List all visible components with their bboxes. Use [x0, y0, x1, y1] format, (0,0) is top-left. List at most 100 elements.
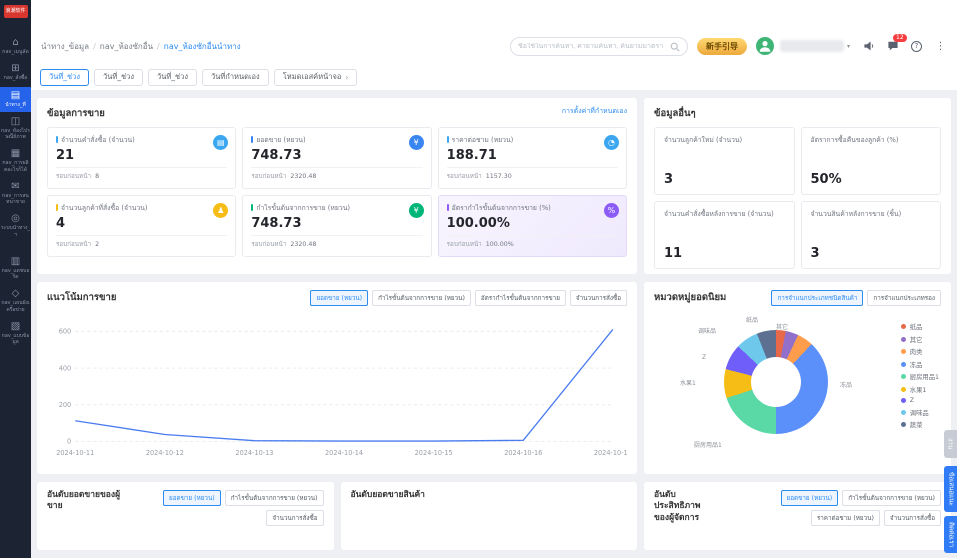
- svg-text:2024-10-17: 2024-10-17: [594, 449, 627, 457]
- custom-settings-link[interactable]: การตั้งค่าที่กำหนดเอง: [562, 106, 627, 117]
- sidebar-item-home[interactable]: ⌂ nav_เมนูลัด: [0, 34, 31, 59]
- stat-title: กำไรขั้นต้นจากการขาย (หยวน): [256, 202, 350, 213]
- stat-title: จำนวนคำสั่งซื้อหลังการขาย (จำนวน): [664, 209, 785, 219]
- manager-tab-sales[interactable]: ยอดขาย (หยวน): [781, 490, 839, 506]
- date-tab-range-3[interactable]: วันที่_ช่วง: [148, 69, 197, 86]
- legend-item[interactable]: Z: [901, 397, 939, 404]
- date-tab-range-2[interactable]: วันที่_ช่วง: [94, 69, 143, 86]
- stat-title: ยอดขาย (หยวน): [256, 134, 305, 145]
- stat-value: 748.73: [251, 148, 422, 163]
- manager-tab-gross-profit[interactable]: กำไรขั้นต้นจากการขาย (หยวน): [842, 490, 941, 506]
- breadcrumb-item[interactable]: นำทาง_ข้อมูล: [41, 40, 89, 53]
- sidebar-item-system[interactable]: ◎ ระบบนำทาง_ฯ: [0, 210, 31, 242]
- legend-item[interactable]: 蔬菜: [901, 420, 939, 429]
- avatar[interactable]: [756, 37, 774, 55]
- svg-text:2024-10-16: 2024-10-16: [504, 449, 542, 457]
- legend-label: 肉类: [910, 347, 923, 356]
- sidebar-item-data[interactable]: ▧ nav_แบบข้อมูล: [0, 318, 31, 350]
- seller-tab-gross-profit[interactable]: กำไรขั้นต้นจากการขาย (หยวน): [225, 490, 324, 506]
- guide-button[interactable]: 新手引导: [697, 38, 747, 55]
- legend-label: 纸品: [910, 322, 923, 331]
- sidebar-item-orders[interactable]: ⊞ nav_สั่งซื้อ: [0, 60, 31, 85]
- sales-trend-panel: แนวโน้มการขาย ยอดขาย (หยวน) กำไรขั้นต้นจ…: [37, 282, 637, 474]
- sidebar-item-production[interactable]: ▦ nav_การผลิตอะไรก็ได้: [0, 145, 31, 177]
- donut-callout: 冻品: [840, 380, 852, 389]
- prev-value: 1157.30: [486, 173, 512, 180]
- manager-tab-order-count[interactable]: จำนวนการสั่งซื้อ: [884, 510, 941, 526]
- legend-item[interactable]: 纸品: [901, 322, 939, 331]
- stat-card-aftersale-items: จำนวนสินค้าหลังการขาย (ชิ้น) 3: [801, 201, 942, 269]
- more-icon[interactable]: ⋮: [934, 40, 947, 53]
- category-tab-primary[interactable]: การจำแนกประเภทชนิดสินค้า: [771, 290, 863, 306]
- line-chart-svg: 02004006002024-10-112024-10-122024-10-13…: [47, 312, 627, 462]
- sidebar-item-label: ระบบนำทาง_ฯ: [1, 225, 30, 238]
- help-icon[interactable]: ?: [910, 40, 923, 53]
- accent-bar: [56, 136, 58, 143]
- search-icon[interactable]: [670, 37, 680, 56]
- feedback-side-button[interactable]: ข้อเสนอแนะ: [944, 466, 957, 512]
- chevron-down-icon[interactable]: ▾: [847, 43, 850, 50]
- prev-label: รอบก่อนหน้า: [447, 173, 482, 180]
- global-search: [510, 37, 688, 56]
- dashboard-app: 浪潮软件 ⌂ nav_เมนูลัด ⊞ nav_สั่งซื้อ ▤ นำทา…: [0, 0, 957, 558]
- sidebar-item-label: nav_ห้องไปรษณีย์ภาพ: [1, 128, 30, 141]
- manager-tab-avg-price[interactable]: ราคาต่อชาม (หยวน): [811, 510, 880, 526]
- trend-metric-tabs: ยอดขาย (หยวน) กำไรขั้นต้นจากการขาย (หยวน…: [310, 290, 627, 306]
- legend-label: 其它: [910, 335, 923, 344]
- sidebar-item-label: nav_การผลิตอะไรก็ได้: [1, 160, 30, 173]
- announcement-icon[interactable]: [862, 40, 875, 53]
- legend-item[interactable]: 调味品: [901, 408, 939, 417]
- legend-label: 厨房用品1: [910, 372, 939, 381]
- chevron-right-icon: ›: [345, 73, 348, 82]
- category-tab-secondary[interactable]: การจำแนกประเภทรอง: [867, 290, 941, 306]
- stat-title: จำนวนลูกค้าที่สั่งซื้อ (จำนวน): [61, 202, 148, 213]
- sidebar-item-label: nav_เมนูลัด: [2, 49, 28, 55]
- sidebar-item-network[interactable]: ◇ nav_แผนผังเครือข่าย: [0, 285, 31, 317]
- legend-item[interactable]: 水果1: [901, 385, 939, 394]
- price-icon: ◔: [604, 135, 619, 150]
- sidebar-item-messages[interactable]: ✉ nav_การสนทนาขาย: [0, 178, 31, 210]
- search-input[interactable]: [518, 43, 666, 50]
- legend-item[interactable]: 其它: [901, 335, 939, 344]
- trend-tab-order-count[interactable]: จำนวนการสั่งซื้อ: [570, 290, 627, 306]
- trend-tab-gross-profit[interactable]: กำไรขั้นต้นจากการขาย (หยวน): [372, 290, 471, 306]
- trend-tab-gross-margin[interactable]: อัตรากำไรขั้นต้นจากการขาย: [475, 290, 566, 306]
- sidebar-item-warehouse[interactable]: ◫ nav_ห้องไปรษณีย์ภาพ: [0, 113, 31, 145]
- legend-dot: [901, 374, 906, 379]
- stat-value: 11: [664, 246, 785, 261]
- legend-dot: [901, 410, 906, 415]
- sidebar-item-dashboard[interactable]: ▤ นำทาง_ที่: [0, 87, 31, 112]
- yuan-icon: ¥: [409, 135, 424, 150]
- stat-value: 3: [811, 246, 932, 261]
- home-icon: ⌂: [12, 37, 18, 48]
- seller-tab-order-count[interactable]: จำนวนการสั่งซื้อ: [266, 510, 323, 526]
- seller-ranking-panel: อันดับยอดขายของผู้ขาย ยอดขาย (หยวน) กำไร…: [37, 482, 334, 550]
- contact-side-button[interactable]: ติดต่อเรา: [944, 516, 957, 553]
- svg-text:0: 0: [67, 438, 71, 446]
- sidebar: 浪潮软件 ⌂ nav_เมนูลัด ⊞ nav_สั่งซื้อ ▤ นำทา…: [0, 0, 31, 558]
- legend-item[interactable]: 肉类: [901, 347, 939, 356]
- date-tab-custom[interactable]: วันที่กำหนดเอง: [202, 69, 269, 86]
- breadcrumb-item[interactable]: nav_ห้องซักอื่น: [89, 40, 153, 53]
- legend-dot: [901, 362, 906, 367]
- seller-tab-sales[interactable]: ยอดขาย (หยวน): [163, 490, 221, 506]
- header-icon-group: 12 ? ⋮: [862, 40, 947, 53]
- legend-label: Z: [910, 397, 914, 404]
- app-logo[interactable]: 浪潮软件: [4, 5, 28, 18]
- legend-item[interactable]: 冻品: [901, 360, 939, 369]
- stat-value: 3: [664, 172, 785, 187]
- apps-icon: ▥: [11, 256, 20, 267]
- task-side-tab[interactable]: งาน: [944, 430, 957, 458]
- screen-mode-button[interactable]: โหมดเอสค์หน้าจอ ›: [274, 69, 358, 86]
- legend-item[interactable]: 厨房用品1: [901, 372, 939, 381]
- trend-tab-sales[interactable]: ยอดขาย (หยวน): [310, 290, 368, 306]
- network-icon: ◇: [12, 288, 20, 299]
- sidebar-item-apps[interactable]: ▥ nav_แดชบอร์ด: [0, 253, 31, 285]
- donut-callout: Z: [702, 354, 706, 361]
- date-tab-range-1[interactable]: วันที่_ช่วง: [40, 69, 89, 86]
- stat-value: 4: [56, 216, 227, 231]
- chat-icon[interactable]: 12: [886, 40, 899, 53]
- sidebar-item-label: nav_แดชบอร์ด: [1, 268, 30, 281]
- stat-title: อัตรากำไรขั้นต้นจากการขาย (%): [452, 202, 551, 213]
- sidebar-item-label: nav_แบบข้อมูล: [1, 333, 30, 346]
